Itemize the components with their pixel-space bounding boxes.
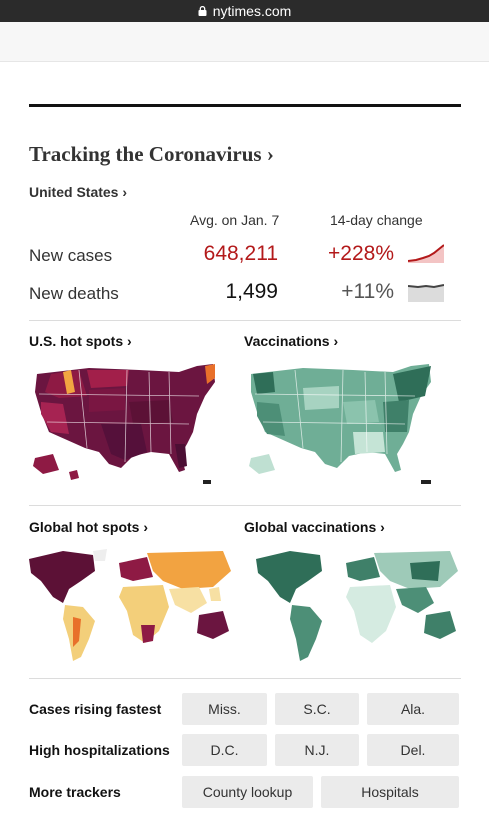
- new-deaths-value: 1,499: [225, 280, 278, 303]
- region-link[interactable]: United States ›: [29, 184, 127, 200]
- cases-rising-fastest-label: Cases rising fastest: [29, 701, 162, 717]
- vaccinations-map[interactable]: [243, 362, 435, 486]
- divider: [29, 320, 461, 321]
- more-trackers-label: More trackers: [29, 784, 121, 800]
- new-deaths-label: New deaths: [29, 284, 119, 303]
- new-cases-change: +228%: [328, 242, 394, 265]
- browser-url: nytimes.com: [212, 3, 292, 19]
- global-vaccinations-map[interactable]: [250, 547, 462, 665]
- us-hot-spots-map[interactable]: [29, 362, 219, 486]
- vaccinations-link[interactable]: Vaccinations ›: [244, 333, 338, 349]
- browser-toolbar: [0, 22, 489, 62]
- change-column-header: 14-day change: [330, 212, 423, 228]
- cases-sparkline: [408, 244, 444, 263]
- hospitals-button[interactable]: Hospitals: [321, 776, 459, 808]
- chip-del[interactable]: Del.: [367, 734, 459, 766]
- avg-column-header: Avg. on Jan. 7: [190, 212, 280, 228]
- county-lookup-button[interactable]: County lookup: [182, 776, 313, 808]
- high-hospitalizations-label: High hospitalizations: [29, 742, 170, 758]
- global-hot-spots-map[interactable]: [23, 547, 235, 665]
- global-hot-spots-link[interactable]: Global hot spots ›: [29, 519, 148, 535]
- new-deaths-change: +11%: [341, 280, 394, 303]
- new-cases-label: New cases: [29, 246, 113, 265]
- tracker-title-link[interactable]: Tracking the Coronavirus ›: [29, 142, 274, 167]
- browser-url-bar[interactable]: nytimes.com: [0, 0, 489, 22]
- chip-nj[interactable]: N.J.: [275, 734, 359, 766]
- chip-dc[interactable]: D.C.: [182, 734, 267, 766]
- global-vaccinations-link[interactable]: Global vaccinations ›: [244, 519, 385, 535]
- divider: [29, 678, 461, 679]
- deaths-sparkline: [408, 284, 444, 302]
- chip-ala[interactable]: Ala.: [367, 693, 459, 725]
- divider: [29, 505, 461, 506]
- section-rule: [29, 104, 461, 107]
- us-hot-spots-link[interactable]: U.S. hot spots ›: [29, 333, 132, 349]
- chip-miss[interactable]: Miss.: [182, 693, 267, 725]
- lock-icon: [198, 6, 207, 16]
- new-cases-value: 648,211: [203, 242, 278, 265]
- chip-sc[interactable]: S.C.: [275, 693, 359, 725]
